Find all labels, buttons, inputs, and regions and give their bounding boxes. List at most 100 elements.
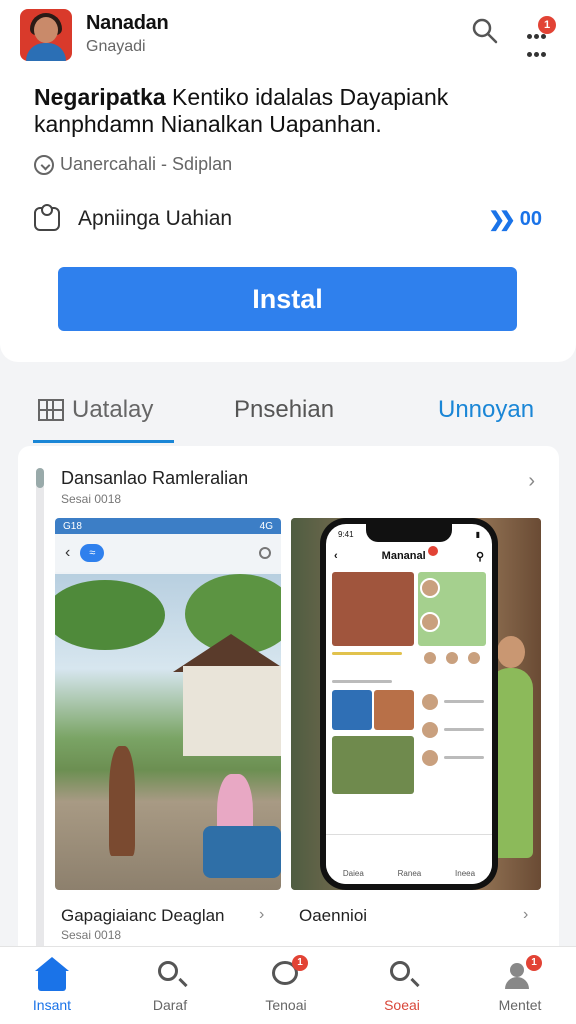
camera-icon [34, 204, 60, 231]
phone-bottom-nav: Daiea Ranea Ineea [326, 834, 492, 884]
feed-photo [374, 690, 414, 730]
tab-label: Pnsehian [234, 396, 335, 423]
screenshot-1-caption: Gapagiaianc Deaglan [61, 906, 225, 925]
tab-related[interactable]: Unnoyan [438, 396, 534, 424]
avatar [420, 748, 440, 768]
status-left: G18 [63, 520, 82, 532]
phone-badge [428, 546, 438, 556]
search-icon [386, 959, 418, 991]
phone-app-bar: ‹ Mananal ⚲ [326, 544, 492, 568]
chat-icon: 1 [270, 955, 308, 991]
avatar [444, 650, 460, 666]
feed-photo [332, 572, 414, 646]
avatar [422, 650, 438, 666]
app-name: Nanadan [86, 12, 169, 34]
phone-nav-item: Ranea [397, 869, 422, 878]
chevron-right-icon[interactable]: › [528, 470, 535, 493]
app-description: Negaripatka Kentiko idalalas Dayapiank k… [34, 84, 554, 138]
nav-chat[interactable]: 1 Tenoai [236, 955, 336, 1013]
scrollbar[interactable] [36, 468, 44, 966]
active-chip-icon: ≈ [80, 544, 105, 562]
screenshot-2[interactable]: 9:41 ▮ ‹ Mananal ⚲ Daiea Ranea Ineea [291, 518, 541, 890]
chevron-right-icon[interactable]: › [523, 906, 528, 924]
feed-photo [332, 736, 414, 794]
app-detail-card: Nanadan Gnayadi 1 Negaripatka Kentiko id… [0, 0, 576, 362]
app-subtitle: Gnayadi [86, 38, 146, 55]
section-title: Dansanlao Ramleralian [61, 468, 249, 488]
nav-badge: 1 [292, 955, 308, 971]
nav-label: Mentet [498, 997, 542, 1013]
nav-home[interactable]: Insant [2, 957, 102, 1013]
nav-profile[interactable]: 1 Mentet [470, 955, 570, 1013]
tab-label: Uatalay [72, 396, 154, 423]
screenshot-1[interactable]: G18 4G ‹ ≈ [55, 518, 281, 890]
house [183, 666, 281, 756]
feed-line [332, 680, 392, 683]
phone-nav-item: Daiea [342, 869, 364, 878]
app-icon-face [34, 17, 58, 43]
feed-line [444, 756, 484, 759]
avatar [420, 612, 440, 632]
feed-line [444, 728, 484, 731]
more-options-button[interactable]: 1 [520, 16, 556, 57]
luggage [203, 826, 281, 878]
chevron-right-icon[interactable]: › [259, 906, 264, 924]
section-subtitle: Sesai 0018 [61, 492, 122, 506]
feature-value: 00 [519, 207, 542, 230]
phone-title: Mananal [381, 550, 426, 562]
person-left [109, 746, 135, 856]
info-icon [259, 547, 271, 559]
back-icon: ‹ [334, 550, 338, 562]
bottom-navigation: Insant Daraf 1 Tenoai Soeai 1 Mentet [0, 946, 576, 1024]
grid-icon [38, 399, 64, 421]
install-button[interactable]: Instal [58, 267, 517, 331]
avatar [420, 692, 440, 712]
feed-line [444, 700, 484, 703]
screenshot-2-caption: Oaennioi [299, 906, 368, 925]
back-icon: ‹ [65, 544, 71, 561]
phone-nav-item: Ineea [455, 869, 476, 878]
phone-notch [366, 524, 452, 542]
search-icon: ⚲ [475, 550, 484, 563]
feature-row[interactable]: Apniinga Uahian ❯❯ 00 [34, 202, 542, 236]
app-header: Nanadan Gnayadi 1 [20, 8, 556, 64]
phone-screen: 9:41 ▮ ‹ Mananal ⚲ Daiea Ranea Ineea [326, 524, 492, 884]
search-icon [154, 959, 186, 991]
status-right: 4G [259, 520, 273, 532]
search-button[interactable] [470, 16, 500, 46]
nav-label: Soeai [384, 997, 420, 1013]
scrollbar-thumb[interactable] [36, 468, 44, 488]
double-chevron-icon: ❯❯ [488, 208, 515, 231]
notification-badge: 1 [538, 16, 556, 34]
feed-photo [332, 690, 372, 730]
person-head [497, 636, 525, 668]
app-icon[interactable] [20, 9, 72, 61]
palm-tree-left [55, 580, 165, 650]
nav-label: Insant [32, 997, 72, 1013]
active-tab-indicator [33, 440, 174, 443]
feed-line [332, 652, 402, 655]
app-description-bold: Negaripatka [34, 84, 166, 110]
feature-label: Apniinga Uahian [78, 207, 233, 230]
screenshot-1-subcaption: Sesai 0018 [61, 928, 122, 942]
feature-link[interactable]: ❯❯ 00 [488, 207, 542, 232]
tab-reviews[interactable]: Pnsehian [234, 396, 334, 424]
tab-bar: Uatalay Pnsehian Unnoyan [0, 378, 576, 446]
avatar [420, 578, 440, 598]
user-icon: 1 [504, 955, 542, 991]
avatar [420, 720, 440, 740]
tab-overview[interactable]: Uatalay [38, 396, 153, 424]
nav-search[interactable]: Soeai [352, 959, 452, 1013]
village-photo [55, 574, 281, 890]
meta-line: Uanercahali - Sdiplan [34, 154, 232, 175]
screenshot-toolbar: ‹ ≈ [55, 534, 281, 572]
screenshots-card: Dansanlao Ramleralian Sesai 0018 › G18 4… [18, 446, 559, 966]
avatar [466, 650, 482, 666]
nav-browse[interactable]: Daraf [120, 959, 220, 1013]
app-icon-body [26, 43, 66, 61]
meta-text: Uanercahali - Sdiplan [60, 154, 233, 174]
nav-label: Tenoai [265, 997, 307, 1013]
nav-label: Daraf [152, 997, 188, 1013]
search-icon [472, 18, 498, 44]
nav-badge: 1 [526, 955, 542, 971]
